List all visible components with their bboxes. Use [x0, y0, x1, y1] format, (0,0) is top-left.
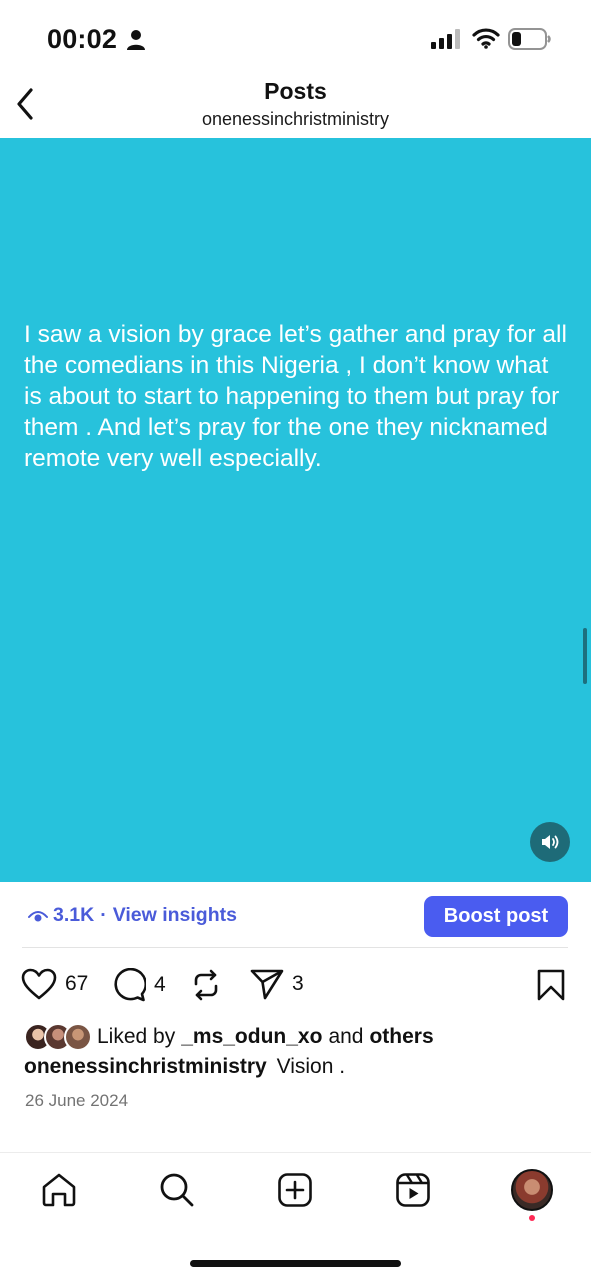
wifi-icon — [472, 28, 500, 49]
views-count: 3.1K — [53, 904, 95, 926]
liked-by-user[interactable]: _ms_odun_xo — [181, 1025, 322, 1049]
liked-by-prefix: Liked by — [97, 1025, 176, 1048]
share-count: 3 — [292, 972, 304, 995]
heart-icon — [21, 968, 57, 1000]
nav-profile-avatar[interactable] — [511, 1169, 553, 1211]
post-text: I saw a vision by grace let’s gather and… — [24, 321, 567, 472]
nav-search[interactable] — [157, 1170, 197, 1210]
nav-reels[interactable] — [393, 1170, 433, 1210]
liker-avatars — [24, 1023, 94, 1051]
search-icon — [160, 1173, 194, 1207]
bottom-nav — [0, 1153, 591, 1233]
home-indicator[interactable] — [190, 1260, 401, 1267]
liked-by-others[interactable]: others — [369, 1025, 433, 1049]
caption-username[interactable]: onenessinchristministry — [24, 1055, 267, 1078]
signal-icon — [431, 29, 460, 49]
battery-icon — [508, 28, 551, 50]
page-title: Posts — [264, 78, 327, 104]
liked-by-connector: and — [328, 1025, 364, 1048]
paper-plane-icon — [250, 969, 284, 1000]
post-actions: 67 4 3 — [0, 962, 591, 1012]
speaker-icon — [542, 835, 559, 849]
caption: onenessinchristministry Vision . — [24, 1055, 345, 1079]
post-media[interactable]: I saw a vision by grace let’s gather and… — [0, 138, 591, 882]
like-button[interactable]: 67 — [21, 968, 88, 1000]
eye-icon — [28, 910, 48, 921]
account-username[interactable]: onenessinchristministry — [0, 109, 591, 130]
comment-count: 4 — [154, 973, 166, 996]
save-button[interactable] — [535, 968, 567, 1007]
mute-button[interactable] — [530, 822, 570, 862]
share-button[interactable]: 3 — [250, 968, 304, 1000]
bookmark-icon — [537, 969, 565, 1001]
avatar — [64, 1023, 92, 1051]
home-icon — [42, 1173, 76, 1207]
insights-row: 3.1K · View insights Boost post — [0, 882, 591, 948]
header: Posts onenessinchristministry — [0, 74, 591, 138]
separator: · — [100, 904, 107, 926]
view-insights-link[interactable]: 3.1K · View insights — [28, 904, 237, 927]
caption-text: Vision . — [276, 1055, 346, 1078]
nav-create[interactable] — [275, 1170, 315, 1210]
boost-post-button[interactable]: Boost post — [424, 896, 568, 937]
repost-icon — [194, 969, 218, 1001]
notification-dot — [529, 1215, 535, 1221]
person-icon — [127, 30, 145, 50]
scroll-indicator[interactable] — [583, 628, 587, 684]
reels-icon — [396, 1173, 430, 1207]
nav-home[interactable] — [39, 1170, 79, 1210]
comment-icon — [114, 968, 146, 1002]
comment-button[interactable]: 4 — [112, 968, 166, 1002]
like-count: 67 — [65, 972, 89, 995]
status-bar: 00:02 — [0, 0, 591, 74]
repost-button[interactable] — [190, 968, 222, 1002]
divider — [22, 947, 568, 948]
view-insights-label: View insights — [112, 904, 237, 926]
liked-by-row[interactable]: Liked by _ms_odun_xo and others — [24, 1022, 434, 1052]
status-time: 00:02 — [47, 24, 118, 54]
post-date: 26 June 2024 — [25, 1091, 129, 1110]
create-icon — [278, 1173, 312, 1207]
